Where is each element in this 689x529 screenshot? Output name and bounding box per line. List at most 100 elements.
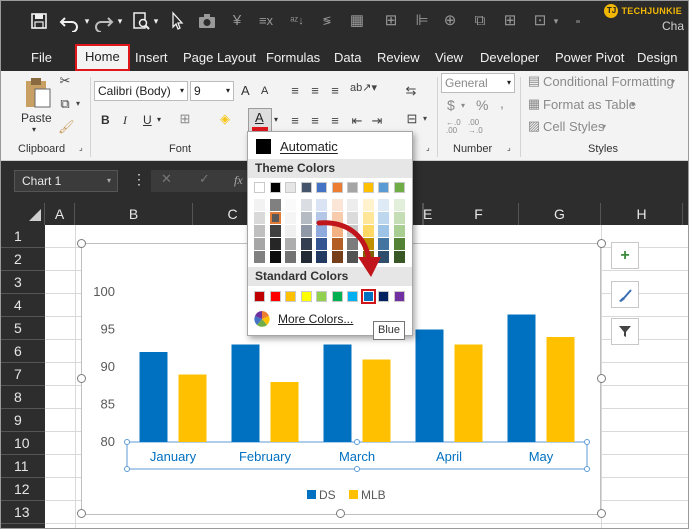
group-icon[interactable]: ⧉: [471, 10, 489, 32]
decrease-indent-icon[interactable]: ⇤: [350, 113, 364, 129]
layout-icon[interactable]: ⊞: [501, 10, 519, 32]
theme-color-swatch[interactable]: [254, 199, 265, 211]
theme-color-swatch[interactable]: [316, 182, 327, 193]
tab-review[interactable]: Review: [377, 47, 420, 69]
row-header[interactable]: 1: [1, 225, 45, 248]
preview-dropdown-icon[interactable]: ▾: [152, 10, 160, 32]
bold-button[interactable]: B: [101, 113, 110, 127]
italic-button[interactable]: I: [123, 113, 127, 128]
row-header[interactable]: 9: [1, 409, 45, 432]
tab-file[interactable]: File: [31, 47, 52, 69]
standard-color-swatch[interactable]: [254, 291, 265, 302]
tab-power-pivot[interactable]: Power Pivot: [555, 47, 624, 69]
automatic-color-item[interactable]: Automatic: [252, 137, 408, 157]
pointer-icon[interactable]: [169, 10, 185, 32]
theme-color-swatch[interactable]: [316, 199, 327, 211]
insert-function-label[interactable]: fx: [234, 173, 243, 188]
grow-font-button[interactable]: A: [241, 83, 250, 98]
increase-indent-icon[interactable]: ⇥: [370, 113, 384, 129]
tab-home[interactable]: Home: [75, 44, 130, 71]
theme-color-swatch[interactable]: [347, 199, 358, 211]
conditional-dropdown-icon[interactable]: ▾: [671, 77, 675, 86]
merge-icon[interactable]: ≡x: [257, 10, 275, 32]
format-as-table-button[interactable]: Format as Table: [543, 97, 636, 112]
underline-dropdown-icon[interactable]: ▾: [157, 115, 161, 124]
font-color-button[interactable]: A: [248, 108, 272, 133]
copy-icon[interactable]: ⧉: [58, 96, 72, 112]
decrease-decimal-icon[interactable]: .00 →.0: [468, 119, 483, 135]
increase-decimal-icon[interactable]: ←.0.00: [446, 119, 461, 135]
print-preview-icon[interactable]: [131, 10, 151, 32]
theme-color-swatch[interactable]: [285, 199, 296, 211]
paste-dropdown-icon[interactable]: ▾: [32, 125, 36, 134]
row-header[interactable]: 10: [1, 432, 45, 455]
save-icon[interactable]: [29, 10, 49, 32]
standard-color-swatch[interactable]: [378, 291, 389, 302]
align-bottom-icon[interactable]: ≡: [328, 83, 342, 98]
row-header[interactable]: 6: [1, 340, 45, 363]
theme-color-swatch[interactable]: [300, 199, 312, 211]
underline-button[interactable]: U: [143, 113, 152, 127]
chart-resize-handle[interactable]: [597, 374, 606, 383]
theme-color-swatch[interactable]: [254, 182, 265, 193]
cancel-icon[interactable]: ✕: [161, 171, 172, 187]
tab-insert[interactable]: Insert: [135, 47, 168, 69]
chart-resize-handle[interactable]: [77, 509, 86, 518]
theme-color-swatch[interactable]: [300, 182, 312, 193]
column-header-g[interactable]: G: [519, 203, 601, 225]
redo-icon[interactable]: [94, 10, 114, 32]
theme-color-swatch[interactable]: [393, 225, 405, 237]
format-as-table-icon[interactable]: ▦: [526, 96, 542, 112]
align-left-icon[interactable]: ⊫: [413, 10, 431, 32]
shrink-font-button[interactable]: A: [261, 85, 268, 97]
theme-color-swatch[interactable]: [378, 182, 389, 193]
alignment-launcher-icon[interactable]: ⌟: [426, 143, 430, 152]
cell-styles-icon[interactable]: ▨: [526, 118, 542, 134]
row-header[interactable]: 13: [1, 501, 45, 524]
column-header-h[interactable]: H: [601, 203, 683, 225]
font-color-dropdown-icon[interactable]: ▾: [274, 115, 278, 124]
chart-filters-button[interactable]: [611, 318, 639, 345]
formula-bar-more-icon[interactable]: ⋮: [132, 171, 146, 188]
chart-resize-handle[interactable]: [77, 374, 86, 383]
merge-dropdown-icon[interactable]: ▾: [421, 114, 429, 123]
row-header[interactable]: 2: [1, 248, 45, 271]
theme-color-swatch[interactable]: [393, 199, 405, 211]
sort-icon[interactable]: ᵃᶻ↓: [287, 10, 307, 32]
theme-color-swatch[interactable]: [300, 212, 312, 224]
cell-styles-dropdown-icon[interactable]: ▾: [602, 122, 606, 131]
camera-icon[interactable]: [197, 10, 217, 32]
theme-color-swatch[interactable]: [269, 199, 281, 211]
orientation-icon[interactable]: ab↗▾: [350, 81, 377, 94]
font-size-select[interactable]: 9 ▾: [190, 81, 234, 101]
theme-color-swatch[interactable]: [300, 225, 312, 237]
wrap-text-icon[interactable]: ⇆: [403, 83, 419, 99]
cut-icon[interactable]: ✂: [58, 73, 72, 89]
theme-color-swatch[interactable]: [393, 212, 405, 224]
standard-color-swatch[interactable]: [331, 291, 343, 302]
font-family-select[interactable]: Calibri (Body) ▾: [94, 81, 188, 101]
paste-icon[interactable]: [23, 75, 53, 109]
theme-color-swatch[interactable]: [269, 212, 281, 224]
fill-color-icon[interactable]: ◈: [217, 111, 233, 127]
theme-color-swatch[interactable]: [254, 251, 265, 263]
filter-icon[interactable]: ≶: [317, 10, 337, 32]
format-painter-icon[interactable]: 🖌: [58, 119, 75, 135]
tab-design[interactable]: Design: [637, 47, 677, 69]
clipboard-launcher-icon[interactable]: ⌟: [79, 143, 83, 152]
standard-color-swatch[interactable]: [347, 291, 358, 302]
theme-color-swatch[interactable]: [393, 251, 405, 263]
align-icon[interactable]: ⊞: [382, 10, 400, 32]
align-middle-icon[interactable]: ≡: [308, 83, 322, 98]
theme-color-swatch[interactable]: [393, 182, 405, 193]
tab-formulas[interactable]: Formulas: [266, 47, 320, 69]
theme-color-swatch[interactable]: [269, 238, 281, 250]
align-center-icon[interactable]: ≡: [308, 113, 322, 128]
column-header-a[interactable]: A: [45, 203, 75, 225]
theme-color-swatch[interactable]: [347, 182, 358, 193]
align-top-icon[interactable]: ≡: [288, 83, 302, 98]
row-header[interactable]: 12: [1, 478, 45, 501]
theme-color-swatch[interactable]: [285, 238, 296, 250]
tab-developer[interactable]: Developer: [480, 47, 539, 69]
standard-color-swatch-blue[interactable]: [360, 289, 376, 304]
